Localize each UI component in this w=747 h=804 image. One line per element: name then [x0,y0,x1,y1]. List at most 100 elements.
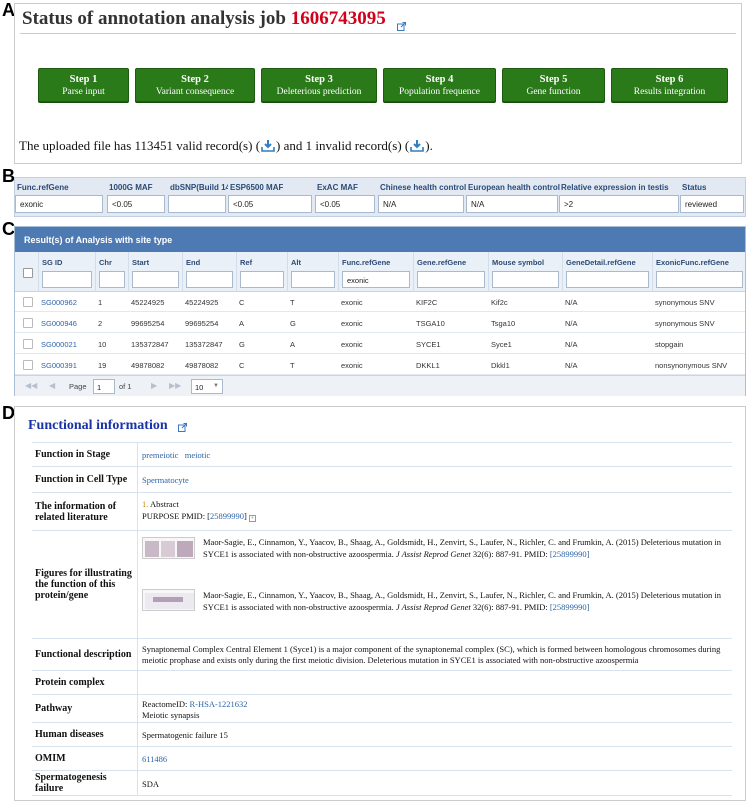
table-row[interactable]: SG000391 19 49878082 49878082 C T exonic… [15,355,745,375]
column-filter-input[interactable] [42,271,92,288]
stage-link-meiotic[interactable]: meiotic [185,450,211,460]
row-checkbox[interactable] [23,339,33,349]
step-4-button[interactable]: Step 4 Population frequence [383,68,496,102]
filter-value[interactable]: <0.05 [228,195,312,213]
cell-type-link[interactable]: Spermatocyte [142,475,189,485]
column-filter-input[interactable] [566,271,649,288]
description-text: Synaptonemal Complex Central Element 1 (… [142,644,721,665]
first-page-icon[interactable]: ◀◀ [25,381,37,390]
reference-2: Maor-Sagie, E., Cinnamon, Y., Yaacov, B.… [203,589,726,613]
reactome-link[interactable]: R-HSA-1221632 [189,699,247,709]
column-filter-input[interactable] [417,271,485,288]
column-title: SG ID [42,258,63,267]
filter-value[interactable] [168,195,226,213]
download-valid-icon[interactable] [261,139,275,152]
last-page-icon[interactable]: ▶▶ [169,381,181,390]
row-value: 1. Abstract PURPOSE PMID: [25899990] + [139,493,732,530]
step-5-button[interactable]: Step 5 Gene function [502,68,605,102]
row-value: Spermatocyte [139,467,732,492]
step-1-button[interactable]: Step 1 Parse input [38,68,129,102]
filter-value[interactable]: >2 [559,195,679,213]
column-gene-refgene[interactable]: Gene.refGene [413,252,488,292]
external-link-icon[interactable] [397,15,407,32]
step-6-button[interactable]: Step 6 Results integration [611,68,728,102]
column-exonicfunc[interactable]: ExonicFunc.refGene [652,252,746,292]
table-row[interactable]: SG000962 1 45224925 45224925 C T exonic … [15,292,745,312]
filter-header: Relative expression in testis [561,183,669,192]
column-title: Chr [99,258,112,267]
purpose-close: ] [244,511,247,521]
functional-title: Functional information [28,418,188,434]
job-title: Status of annotation analysis job 160674… [22,8,407,32]
column-filter-input[interactable] [240,271,284,288]
expand-icon[interactable]: + [249,515,256,522]
filter-header: ESP6500 MAF [230,183,284,192]
row-checkbox[interactable] [23,318,33,328]
figure-thumbnail[interactable] [142,589,195,611]
column-sg-id[interactable]: SG ID [38,252,95,292]
filter-bar: Func.refGene exonic 1000G MAF <0.05 dbSNP(… [14,177,746,217]
row-figures: Figures for illustrating the function of… [32,530,732,638]
cell-chr: 19 [98,361,107,370]
row-label: Human diseases [32,723,138,746]
filter-value[interactable]: N/A [466,195,558,213]
cell-start: 99695254 [131,319,165,328]
filter-value[interactable]: reviewed [680,195,744,213]
figure-thumbnail[interactable] [142,537,195,559]
sg-id-link[interactable]: SG000962 [41,298,77,307]
column-filter-input[interactable]: exonic [342,271,410,288]
column-ref[interactable]: Ref [236,252,287,292]
step-number: Step 2 [181,73,209,85]
omim-link[interactable]: 611486 [142,754,167,764]
step-description: Gene function [526,86,581,97]
row-value: Maor-Sagie, E., Cinnamon, Y., Yaacov, B.… [139,531,732,638]
ref-tail: 32(6): 887-91. PMID: [472,602,548,612]
filter-value[interactable]: exonic [15,195,103,213]
filter-value[interactable]: N/A [378,195,464,213]
column-mouse-symbol[interactable]: Mouse symbol [488,252,562,292]
column-start[interactable]: Start [128,252,182,292]
column-filter-input[interactable] [186,271,233,288]
column-filter-input[interactable] [291,271,335,288]
row-checkbox[interactable] [23,297,33,307]
filter-value[interactable]: <0.05 [107,195,165,213]
cell-mouse: Kif2c [491,298,508,307]
page-size-select[interactable]: 10 ▼ [191,379,223,394]
row-value: premeiotic meiotic [139,443,732,466]
sg-id-link[interactable]: SG000946 [41,319,77,328]
column-chr[interactable]: Chr [95,252,128,292]
sg-id-link[interactable]: SG000391 [41,361,77,370]
literature-purpose: PURPOSE PMID: [25899990] + [142,510,732,522]
column-filter-input[interactable] [656,271,743,288]
sg-id-link[interactable]: SG000021 [41,340,77,349]
select-all-checkbox[interactable] [23,268,33,278]
row-checkbox[interactable] [23,360,33,370]
cell-chr: 2 [98,319,103,328]
column-func-refgene[interactable]: Func.refGene exonic [338,252,413,292]
cell-alt: G [290,319,296,328]
download-invalid-icon[interactable] [410,139,425,152]
external-link-icon[interactable] [178,421,188,433]
table-row[interactable]: SG000021 10 135372847 135372847 G A exon… [15,334,745,354]
step-2-button[interactable]: Step 2 Variant consequence [135,68,255,102]
step-description: Parse input [62,86,105,97]
ref-pmid-link[interactable]: [25899990] [550,549,590,559]
column-end[interactable]: End [182,252,236,292]
next-page-icon[interactable]: ▶ [151,381,157,390]
table-row[interactable]: SG000946 2 99695254 99695254 A G exonic … [15,313,745,333]
row-functional-description: Functional description Synaptonemal Comp… [32,638,732,670]
pmid-link[interactable]: 25899990 [210,511,244,521]
stage-link-premeiotic[interactable]: premeiotic [142,450,178,460]
column-genedetail[interactable]: GeneDetail.refGene [562,252,652,292]
step-3-button[interactable]: Step 3 Deleterious prediction [261,68,377,102]
prev-page-icon[interactable]: ◀ [49,381,55,390]
column-filter-input[interactable] [492,271,559,288]
filter-value[interactable]: <0.05 [315,195,375,213]
column-filter-input[interactable] [132,271,179,288]
column-alt[interactable]: Alt [287,252,338,292]
row-value: 611486 [139,747,732,770]
column-filter-input[interactable] [99,271,125,288]
ref-pmid-link[interactable]: [25899990] [550,602,590,612]
row-label: OMIM [32,747,138,770]
page-number-input[interactable]: 1 [93,379,115,394]
